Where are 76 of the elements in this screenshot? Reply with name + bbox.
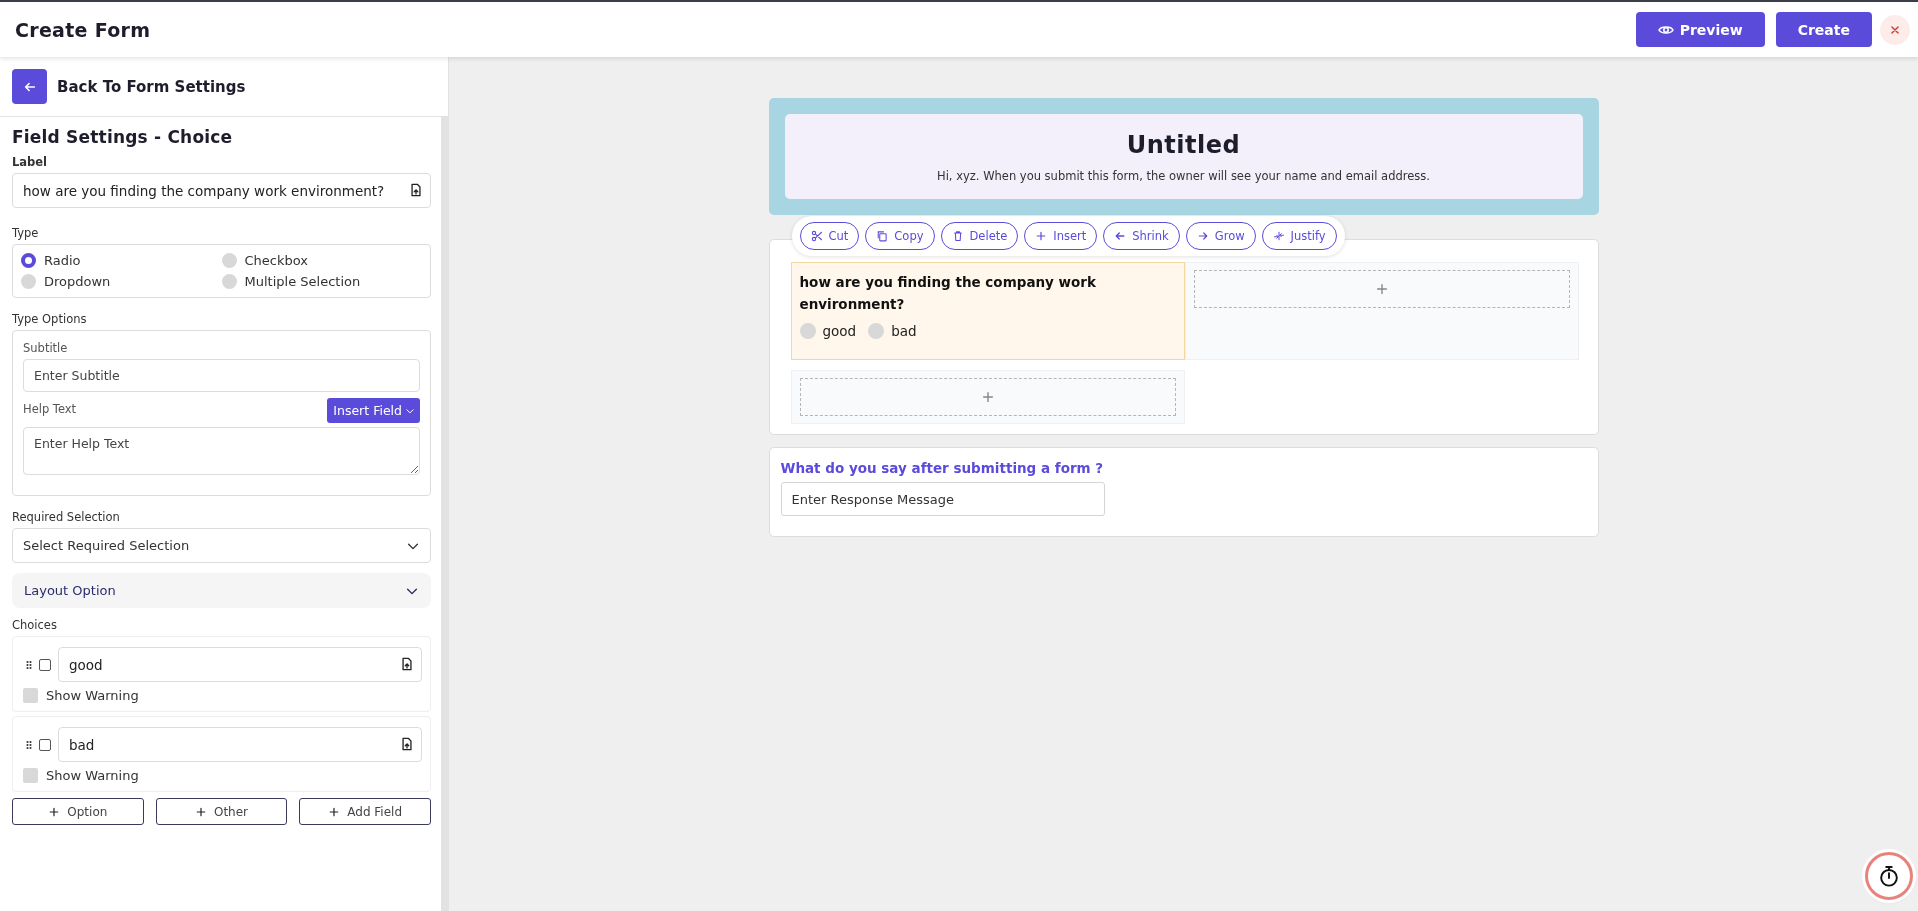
choice-input[interactable]: good (58, 647, 422, 682)
plus-icon (328, 805, 341, 818)
radio-button[interactable] (21, 253, 36, 268)
radio-button[interactable] (221, 253, 237, 268)
file-upload-icon (409, 183, 423, 197)
help-text-input[interactable]: Enter Help Text (23, 427, 420, 475)
scissors-icon (810, 230, 823, 242)
plus-icon (980, 390, 995, 404)
preview-button[interactable]: Preview (1635, 12, 1765, 47)
cut-button[interactable]: Cut (799, 222, 860, 250)
copy-button[interactable]: Copy (865, 222, 935, 250)
back-button[interactable] (12, 69, 47, 104)
page-title: Create Form (15, 18, 152, 41)
field-label: Label (12, 155, 49, 169)
radio-option[interactable]: good (799, 323, 857, 339)
field-label: Subtitle (23, 341, 69, 355)
add-other-button[interactable]: Other (155, 798, 288, 825)
response-label: What do you say after submitting a form ? (780, 460, 1105, 476)
add-field-dropzone[interactable] (799, 378, 1176, 416)
add-option-button[interactable]: Option (12, 798, 144, 825)
checkbox[interactable] (23, 768, 38, 783)
required-selection-dropdown[interactable]: Select Required Selection (12, 528, 431, 563)
checkbox[interactable] (39, 738, 51, 751)
response-message-input[interactable]: Enter Response Message (780, 482, 1105, 516)
layout-option-toggle[interactable]: Layout Option (12, 573, 431, 608)
form-title: Untitled (1126, 130, 1241, 159)
stopwatch-icon (1878, 865, 1900, 887)
delete-button[interactable]: Delete (940, 222, 1019, 250)
shrink-button[interactable]: Shrink (1103, 222, 1180, 250)
question-cell[interactable]: how are you finding the company work environment? good bad (790, 262, 1185, 360)
scrollbar[interactable] (441, 117, 448, 911)
plus-icon (194, 805, 207, 818)
checkbox[interactable] (39, 658, 51, 671)
insert-button[interactable]: Insert (1024, 222, 1098, 250)
justify-button[interactable]: Justify (1261, 222, 1337, 250)
field-label: Help Text (23, 401, 77, 416)
radio-option[interactable]: bad (868, 323, 917, 339)
insert-field-button[interactable]: Insert Field (327, 398, 420, 423)
close-button[interactable] (1880, 14, 1910, 45)
radio-button[interactable] (221, 274, 237, 289)
radio-option[interactable]: Multiple Selection (221, 274, 422, 289)
plus-icon (1374, 282, 1389, 296)
choice-input[interactable]: bad (58, 727, 422, 762)
grow-button[interactable]: Grow (1185, 222, 1256, 250)
question-label: how are you finding the company work environment? (799, 273, 1097, 314)
field-label: Type Options (12, 312, 88, 326)
file-upload-icon (400, 737, 414, 751)
radio-button[interactable] (21, 274, 36, 289)
radio-option[interactable]: Checkbox (221, 253, 422, 268)
add-field-button[interactable]: Add Field (299, 798, 431, 825)
radio-button[interactable] (868, 323, 885, 339)
field-label: Type (12, 226, 40, 240)
trash-icon (951, 230, 964, 242)
create-button[interactable]: Create (1775, 12, 1872, 47)
back-button-label: Back To Form Settings (57, 77, 246, 96)
timer-button[interactable] (1865, 852, 1913, 900)
arrow-left-icon (1114, 230, 1127, 242)
copy-icon (876, 230, 889, 242)
arrow-right-icon (1196, 230, 1209, 242)
field-label: Required Selection (12, 510, 121, 524)
radio-option[interactable]: Radio (21, 253, 222, 268)
section-heading: Field Settings - Choice (12, 127, 234, 147)
file-upload-icon (400, 657, 414, 671)
justify-icon (1272, 230, 1285, 242)
add-field-dropzone[interactable] (1193, 270, 1570, 308)
radio-option[interactable]: Dropdown (21, 274, 222, 289)
checkbox-label: Show Warning (46, 688, 139, 703)
plus-icon (1035, 230, 1048, 242)
checkbox-label: Show Warning (46, 768, 139, 783)
plus-icon (48, 805, 61, 818)
label-input[interactable]: how are you finding the company work environment? (12, 173, 431, 208)
subtitle-input[interactable]: Enter Subtitle (23, 359, 420, 392)
radio-button[interactable] (799, 323, 816, 339)
checkbox[interactable] (23, 688, 38, 703)
field-label: Choices (12, 618, 58, 632)
form-description: Hi, xyz. When you submit this form, the owner will see your name and email address. (937, 168, 1430, 183)
